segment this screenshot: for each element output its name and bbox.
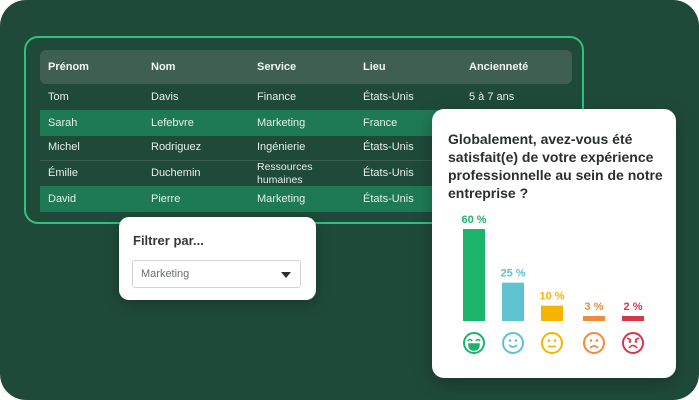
- header-lieu[interactable]: Lieu: [363, 61, 386, 73]
- cell-nom: Rodriguez: [151, 141, 202, 154]
- face-mouth: [468, 343, 480, 351]
- cell-prenom: Sarah: [48, 116, 78, 129]
- filter-panel: Filtrer par... Marketing: [119, 217, 316, 300]
- cell-lieu: États-Unis: [363, 90, 414, 103]
- face-eye: [628, 340, 632, 343]
- header-anciennete[interactable]: Ancienneté: [469, 61, 528, 73]
- face-mouth: [628, 344, 638, 349]
- cell-lieu: États-Unis: [363, 167, 414, 180]
- face-eye: [514, 339, 518, 342]
- cell-lieu: France: [363, 116, 398, 129]
- cell-prenom: Émilie: [48, 167, 78, 180]
- cell-lieu: États-Unis: [363, 192, 414, 205]
- bar-4: [583, 316, 605, 321]
- bar-value-label: 10 %: [539, 291, 564, 303]
- cell-prenom: Michel: [48, 141, 80, 154]
- cell-nom: Pierre: [151, 192, 181, 205]
- neutral-face-icon: [541, 332, 563, 354]
- header-nom[interactable]: Nom: [151, 61, 175, 73]
- face-eyes: [626, 337, 640, 341]
- bar-value-label: 25 %: [500, 268, 525, 280]
- survey-results-card: Globalement, avez-vous été satisfait(e) …: [432, 109, 676, 378]
- frown-face-icon: [583, 332, 605, 354]
- face-eye: [508, 339, 512, 342]
- cell-anciennete: 5 à 7 ans: [469, 90, 515, 103]
- filter-dropdown[interactable]: Marketing: [132, 260, 301, 288]
- filter-selected-value: Marketing: [141, 268, 190, 280]
- cell-service: Ressources humaines: [257, 161, 313, 186]
- table-header: Prénom Nom Service Lieu Ancienneté: [40, 50, 572, 84]
- bar-2: [502, 282, 524, 321]
- face-mouth: [589, 345, 599, 349]
- bar-5: [622, 316, 644, 321]
- cell-lieu: États-Unis: [363, 141, 414, 154]
- face-eye: [553, 339, 557, 342]
- face-eye: [589, 339, 593, 342]
- filter-label: Filtrer par...: [133, 233, 204, 248]
- cell-nom: Davis: [151, 90, 179, 103]
- bar-1: [463, 229, 485, 321]
- bar-value-label: 2 %: [624, 301, 643, 313]
- face-eye: [547, 339, 551, 342]
- face-mouth: [508, 344, 518, 348]
- cell-service: Marketing: [257, 116, 306, 129]
- bar-3: [541, 305, 563, 321]
- face-eyes: [467, 338, 481, 342]
- angry-face-icon: [622, 332, 644, 354]
- cell-prenom: Tom: [48, 90, 69, 103]
- face-eye: [634, 340, 638, 343]
- caret-down-icon: [281, 272, 291, 278]
- bar-value-label: 60 %: [461, 214, 486, 226]
- background-panel: Prénom Nom Service Lieu Ancienneté Tom D…: [0, 0, 699, 400]
- cell-nom: Lefebvre: [151, 116, 194, 129]
- cell-service: Ingénierie: [257, 141, 306, 154]
- bar-value-label: 3 %: [585, 301, 604, 313]
- header-prenom[interactable]: Prénom: [48, 61, 89, 73]
- table-row[interactable]: Tom Davis Finance États-Unis 5 à 7 ans: [40, 84, 572, 110]
- cell-service: Marketing: [257, 192, 306, 205]
- cell-nom: Duchemin: [151, 167, 201, 180]
- face-eye: [595, 339, 599, 342]
- cell-prenom: David: [48, 192, 77, 205]
- header-service[interactable]: Service: [257, 61, 296, 73]
- satisfaction-bar-chart: 60 % 25 % 10 % 3 % 2 %: [461, 214, 644, 354]
- smile-face-icon: [502, 332, 524, 354]
- cell-service: Finance: [257, 90, 297, 103]
